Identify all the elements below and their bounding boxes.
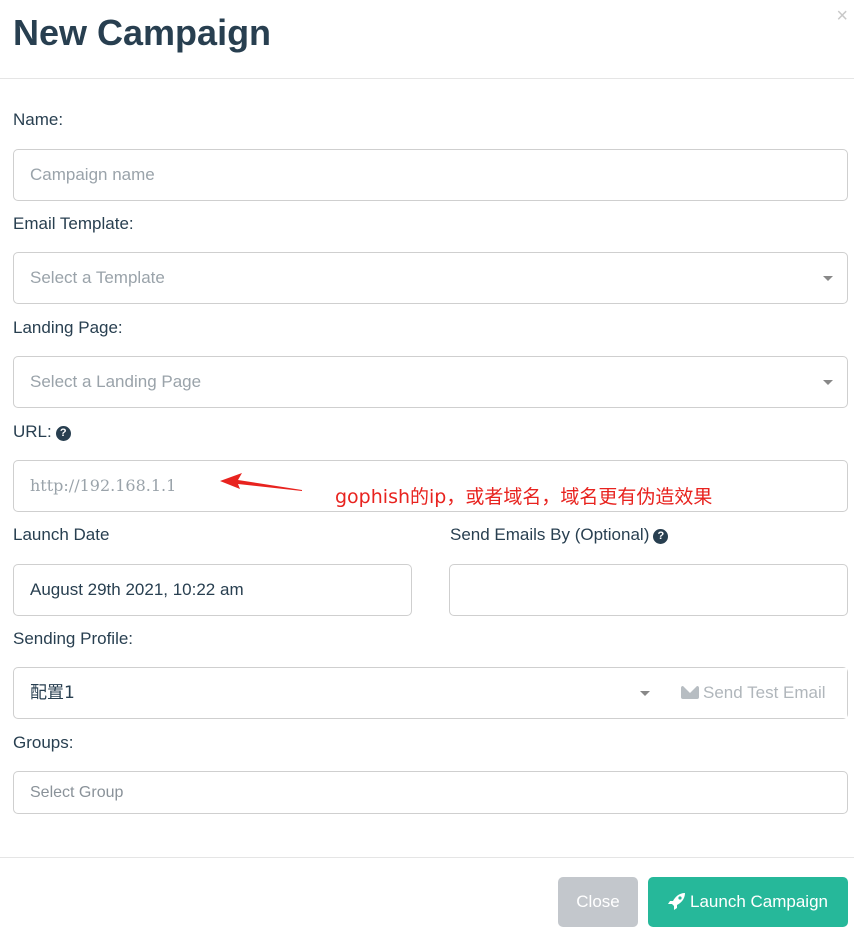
groups-input[interactable]: Select Group bbox=[13, 771, 848, 814]
campaign-name-placeholder: Campaign name bbox=[30, 165, 155, 184]
sending-profile-value: 配置1 bbox=[30, 683, 75, 703]
url-label-row: URL:? bbox=[13, 422, 71, 442]
question-circle-icon[interactable]: ? bbox=[653, 529, 669, 544]
close-icon[interactable]: × bbox=[836, 6, 848, 26]
chevron-down-icon bbox=[640, 691, 650, 696]
send-by-input[interactable] bbox=[449, 564, 848, 616]
close-button[interactable]: Close bbox=[558, 877, 638, 927]
email-template-placeholder: Select a Template bbox=[30, 268, 165, 287]
campaign-name-input[interactable]: Campaign name bbox=[13, 149, 848, 201]
send-test-email-button[interactable]: Send Test Email bbox=[663, 668, 847, 718]
annotation-text: gophish的ip，或者域名，域名更有伪造效果 bbox=[335, 486, 713, 508]
modal-title: New Campaign bbox=[13, 12, 272, 53]
url-label: URL: bbox=[13, 422, 52, 441]
name-label: Name: bbox=[13, 110, 64, 129]
launch-campaign-button[interactable]: Launch Campaign bbox=[648, 877, 848, 927]
landing-page-placeholder: Select a Landing Page bbox=[30, 372, 202, 391]
landing-page-select[interactable]: Select a Landing Page bbox=[13, 356, 848, 408]
modal-header: New Campaign × bbox=[0, 0, 854, 79]
chevron-down-icon bbox=[823, 276, 833, 281]
landing-page-label: Landing Page: bbox=[13, 318, 123, 337]
url-placeholder: http://192.168.1.1 bbox=[30, 476, 177, 495]
send-by-label: Send Emails By (Optional) bbox=[450, 525, 650, 544]
send-test-email-label: Send Test Email bbox=[703, 683, 826, 702]
send-by-label-row: Send Emails By (Optional)? bbox=[450, 525, 669, 545]
email-template-label: Email Template: bbox=[13, 214, 134, 233]
launch-campaign-label: Launch Campaign bbox=[690, 892, 828, 911]
envelope-icon bbox=[681, 686, 699, 699]
groups-label: Groups: bbox=[13, 733, 74, 752]
launch-date-input[interactable]: August 29th 2021, 10:22 am bbox=[13, 564, 412, 616]
rocket-icon bbox=[668, 893, 685, 910]
question-circle-icon[interactable]: ? bbox=[55, 426, 71, 441]
chevron-down-icon bbox=[823, 380, 833, 385]
sending-profile-label: Sending Profile: bbox=[13, 629, 134, 648]
annotation-arrow-icon bbox=[220, 473, 302, 491]
groups-placeholder: Select Group bbox=[30, 784, 124, 801]
email-template-select[interactable]: Select a Template bbox=[13, 252, 848, 304]
launch-date-value: August 29th 2021, 10:22 am bbox=[30, 580, 244, 599]
launch-date-label: Launch Date bbox=[13, 525, 110, 544]
